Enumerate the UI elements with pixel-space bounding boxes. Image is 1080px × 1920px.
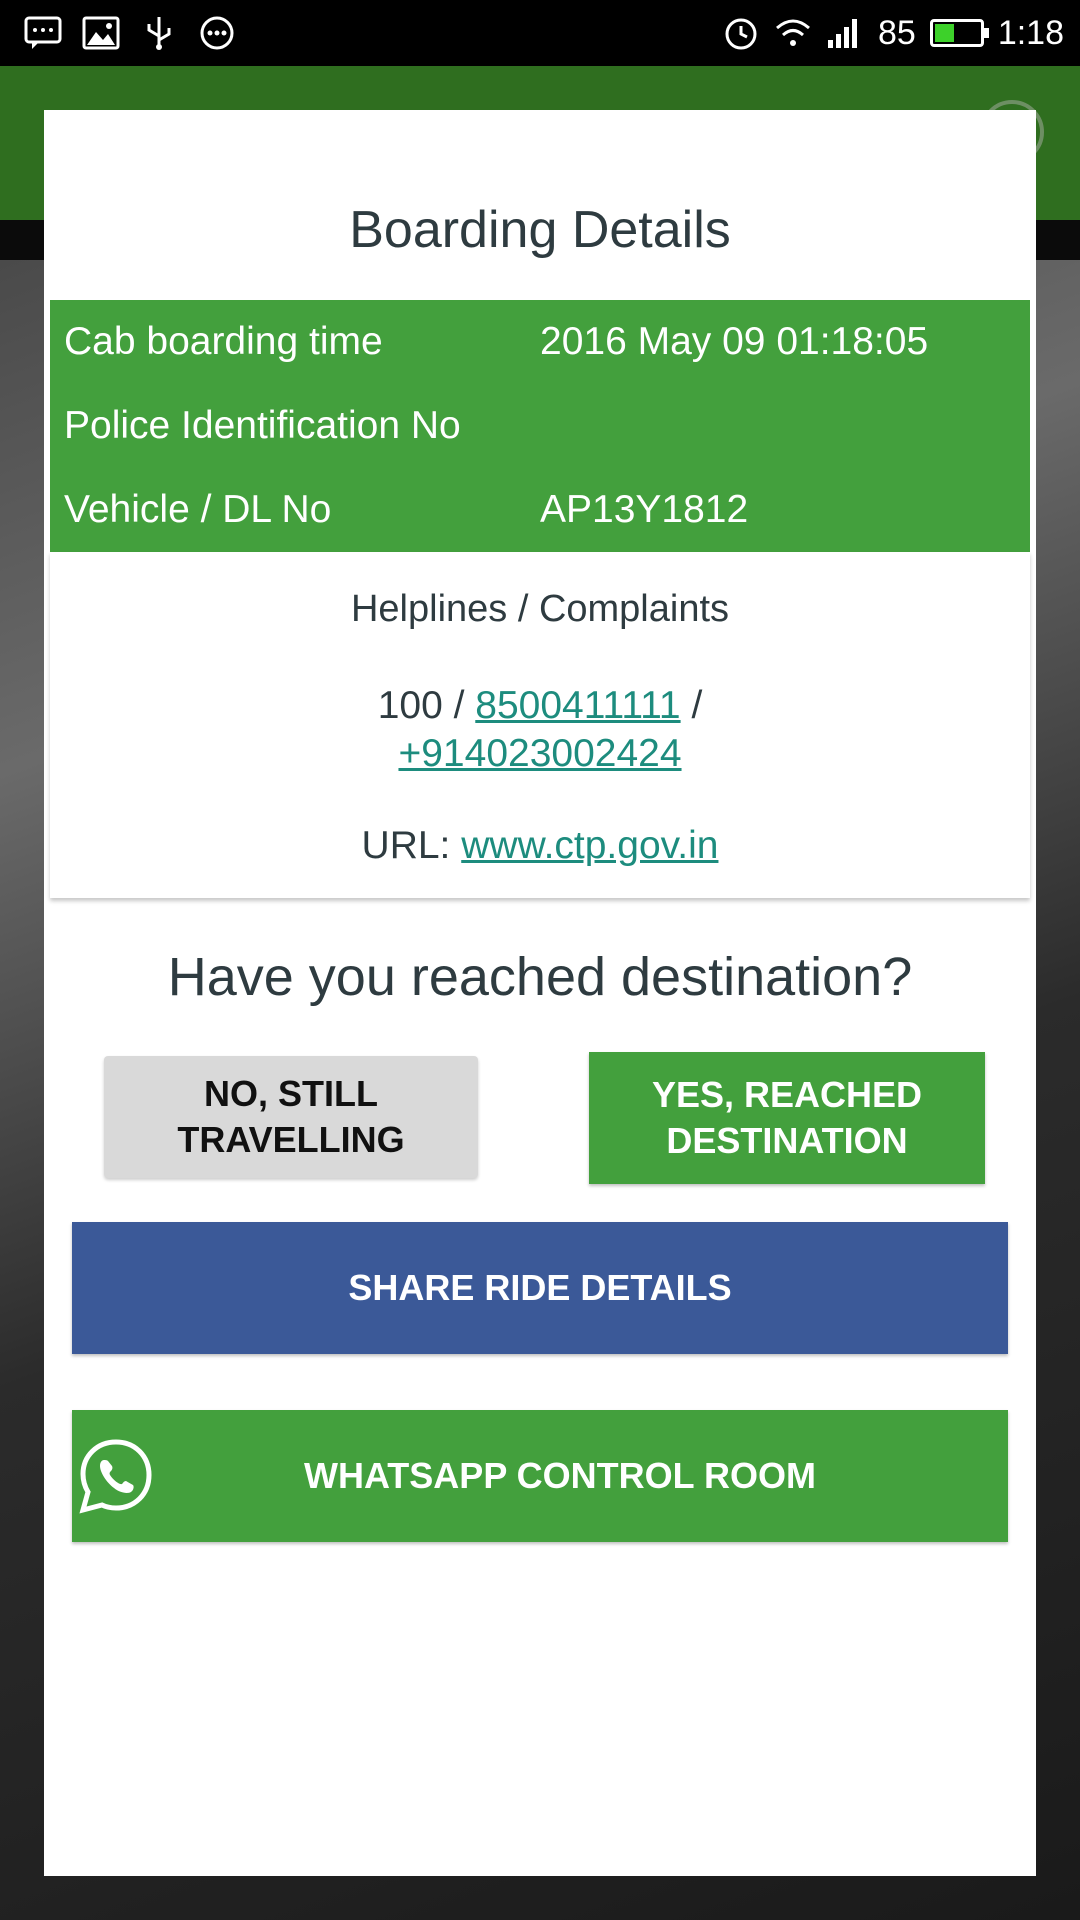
destination-question: Have you reached destination? bbox=[167, 947, 913, 1007]
detail-label: Police Identification No bbox=[64, 404, 461, 447]
more-icon bbox=[200, 16, 234, 50]
phone-link-1[interactable]: 8500411111 bbox=[475, 684, 680, 727]
phone-link-2[interactable]: +914023002424 bbox=[398, 732, 681, 775]
detail-row-vehicle-dl: Vehicle / DL No AP13Y1812 bbox=[50, 468, 1030, 552]
dialog-title: Boarding Details bbox=[349, 201, 731, 259]
detail-value: 2016 May 09 01:18:05 bbox=[540, 320, 929, 363]
helpline-separator: / bbox=[691, 684, 703, 727]
wifi-icon bbox=[775, 19, 810, 46]
status-left-icons bbox=[24, 14, 236, 52]
boarding-details-dialog: Boarding Details Cab boarding time 2016 … bbox=[44, 110, 1036, 1876]
helplines-title: Helplines / Complaints bbox=[350, 588, 730, 630]
helpline-numbers: 100 / 8500411111 / +914023002424 bbox=[50, 682, 1030, 778]
website-link[interactable]: www.ctp.gov.in bbox=[461, 824, 718, 867]
whatsapp-icon bbox=[79, 1439, 152, 1514]
still-travelling-label: NO, STILL TRAVELLING bbox=[177, 1073, 405, 1160]
whatsapp-control-room-button[interactable]: WHATSAPP CONTROL ROOM bbox=[72, 1410, 1008, 1542]
helpline-prefix: 100 / bbox=[377, 684, 465, 727]
image-icon bbox=[82, 16, 120, 50]
battery-icon bbox=[929, 19, 989, 47]
alarm-icon bbox=[725, 18, 757, 50]
detail-value: AP13Y1812 bbox=[540, 488, 749, 531]
share-ride-details-label: SHARE RIDE DETAILS bbox=[348, 1267, 732, 1308]
battery-fill bbox=[934, 24, 955, 42]
url-label: URL: bbox=[361, 824, 451, 867]
status-right-icons: 85 1:18 bbox=[722, 10, 1064, 56]
detail-row-police-id: Police Identification No bbox=[50, 384, 1030, 468]
url-line: URL: www.ctp.gov.in bbox=[50, 824, 1030, 868]
still-travelling-button[interactable]: NO, STILL TRAVELLING bbox=[104, 1056, 478, 1178]
boarding-details-table: Cab boarding time 2016 May 09 01:18:05 P… bbox=[50, 300, 1030, 552]
helplines-card: Helplines / Complaints 100 / 8500411111 … bbox=[50, 552, 1030, 898]
battery-level: 85 bbox=[877, 13, 916, 52]
reached-destination-label: YES, REACHED DESTINATION bbox=[651, 1074, 923, 1161]
status-bar: 85 1:18 bbox=[0, 0, 1080, 66]
detail-label: Vehicle / DL No bbox=[64, 488, 332, 531]
message-icon bbox=[24, 16, 62, 49]
usb-icon bbox=[147, 17, 171, 50]
whatsapp-control-room-label: WHATSAPP CONTROL ROOM bbox=[304, 1455, 816, 1496]
detail-label: Cab boarding time bbox=[64, 320, 383, 363]
share-ride-details-button[interactable]: SHARE RIDE DETAILS bbox=[72, 1222, 1008, 1354]
detail-row-boarding-time: Cab boarding time 2016 May 09 01:18:05 bbox=[50, 300, 1030, 384]
signal-icon bbox=[827, 19, 857, 48]
reached-destination-button[interactable]: YES, REACHED DESTINATION bbox=[589, 1052, 985, 1184]
clock: 1:18 bbox=[997, 13, 1064, 52]
